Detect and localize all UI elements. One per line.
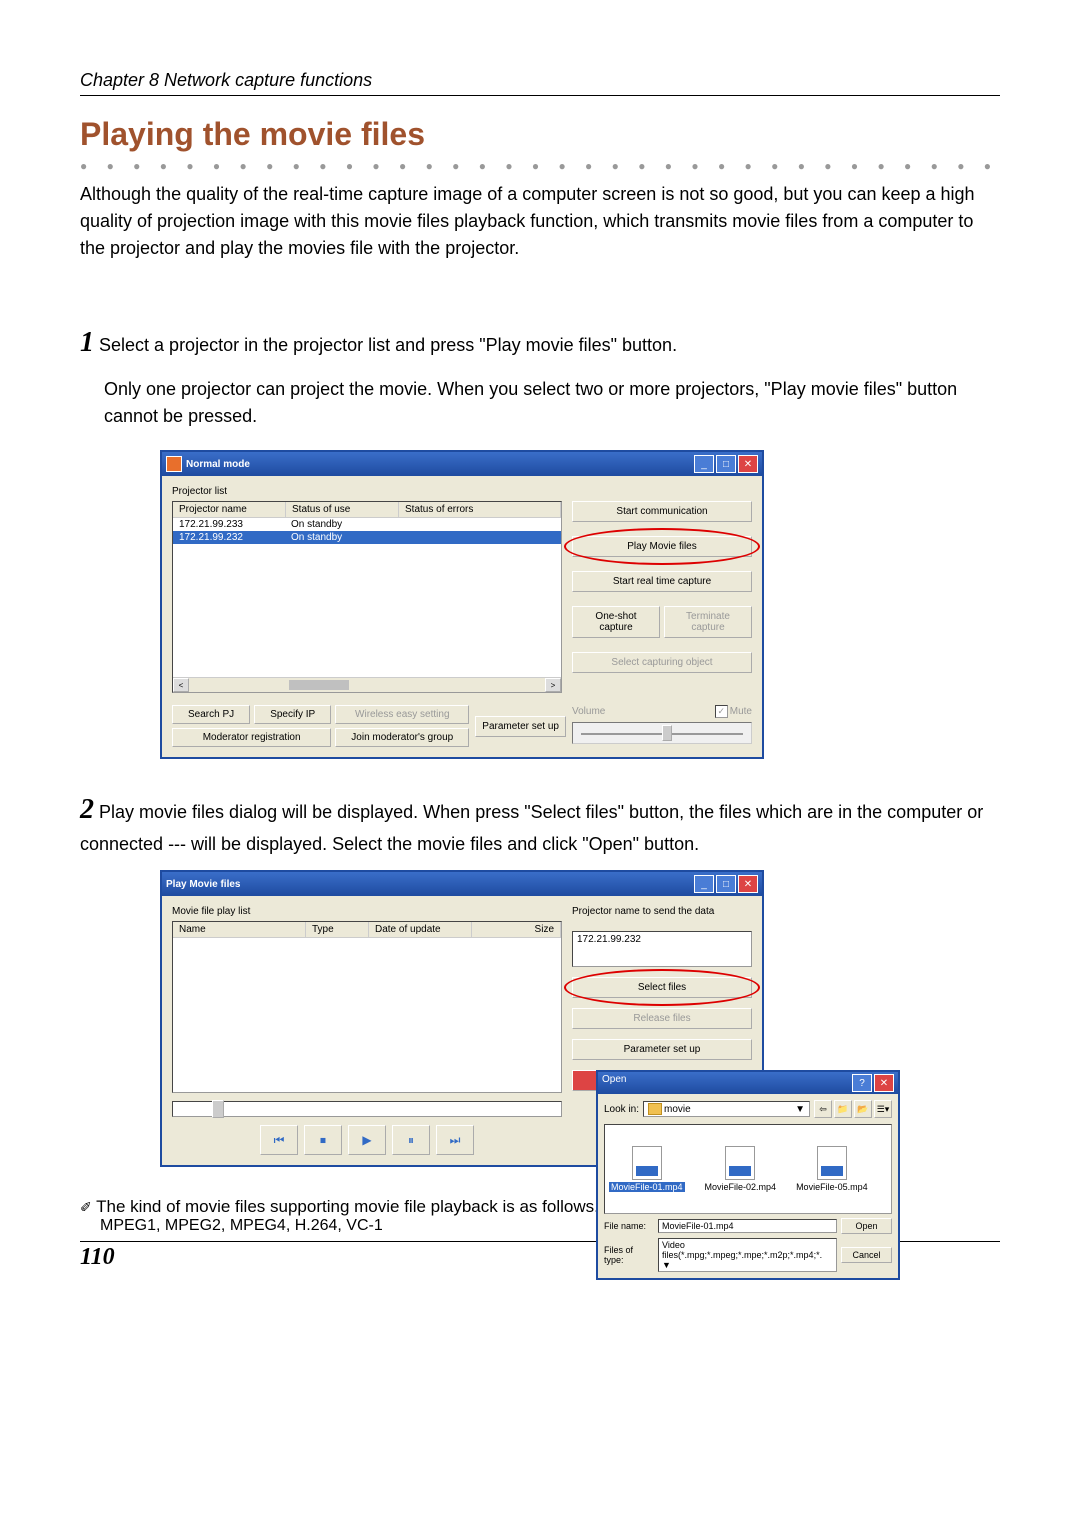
column-header[interactable]: Size (472, 922, 561, 937)
new-folder-icon[interactable]: 📂 (854, 1100, 872, 1118)
file-list[interactable]: MovieFile-01.mp4 MovieFile-02.mp4 MovieF… (604, 1124, 892, 1214)
column-header[interactable]: Date of update (369, 922, 472, 937)
column-header[interactable]: Name (173, 922, 306, 937)
step-paragraph: Only one projector can project the movie… (104, 376, 1000, 430)
column-header[interactable]: Status of use (286, 502, 399, 517)
release-files-button[interactable]: Release files (572, 1008, 752, 1029)
file-item[interactable]: MovieFile-02.mp4 (705, 1146, 777, 1192)
titlebar: Normal mode _ □ ✕ (162, 452, 762, 476)
specify-ip-button[interactable]: Specify IP (254, 705, 331, 724)
note-icon: ✐ (80, 1199, 92, 1215)
decorative-dots: ● ● ● ● ● ● ● ● ● ● ● ● ● ● ● ● ● ● ● ● … (80, 159, 1000, 173)
app-icon (166, 456, 182, 472)
window-title: Open (602, 1074, 626, 1092)
playback-progress[interactable] (172, 1101, 562, 1117)
video-file-icon (725, 1146, 755, 1180)
parameter-setup-button[interactable]: Parameter set up (475, 716, 566, 737)
playlist-label: Movie file play list (172, 906, 562, 917)
search-pj-button[interactable]: Search PJ (172, 705, 250, 724)
scroll-right-icon[interactable]: > (545, 678, 561, 692)
lookin-label: Look in: (604, 1104, 639, 1115)
footnote-text: The kind of movie files supporting movie… (96, 1197, 599, 1216)
next-button[interactable]: ⏭ (436, 1125, 474, 1155)
minimize-button[interactable]: _ (694, 875, 714, 893)
column-header[interactable]: Status of errors (399, 502, 561, 517)
projector-list-table[interactable]: Projector name Status of use Status of e… (172, 501, 562, 693)
intro-paragraph: Although the quality of the real-time ca… (80, 181, 1000, 262)
filetype-dropdown[interactable]: Video files(*.mpg;*.mpeg;*.mpe;*.m2p;*.m… (658, 1238, 837, 1272)
projector-list-label: Projector list (172, 486, 752, 497)
start-communication-button[interactable]: Start communication (572, 501, 752, 522)
table-row[interactable]: 172.21.99.232 On standby (173, 531, 561, 544)
oneshot-capture-button[interactable]: One-shot capture (572, 606, 660, 638)
volume-slider[interactable] (572, 722, 752, 744)
lookin-dropdown[interactable]: movie ▼ (643, 1101, 810, 1117)
pause-button[interactable]: ⏸ (392, 1125, 430, 1155)
stop-button[interactable]: ⏹ (304, 1125, 342, 1155)
window-title: Normal mode (186, 459, 250, 470)
file-item[interactable]: MovieFile-01.mp4 (609, 1146, 685, 1192)
video-file-icon (817, 1146, 847, 1180)
normal-mode-window: Normal mode _ □ ✕ Projector list Project… (160, 450, 764, 759)
scroll-thumb[interactable] (289, 680, 349, 690)
column-header[interactable]: Type (306, 922, 369, 937)
join-moderator-group-button[interactable]: Join moderator's group (335, 728, 469, 747)
folder-icon (648, 1103, 662, 1115)
filename-label: File name: (604, 1221, 654, 1231)
video-file-icon (632, 1146, 662, 1180)
play-movie-files-button[interactable]: Play Movie files (572, 536, 752, 557)
start-realtime-capture-button[interactable]: Start real time capture (572, 571, 752, 592)
movie-file-list[interactable]: Name Type Date of update Size (172, 921, 562, 1093)
close-button[interactable]: ✕ (738, 455, 758, 473)
step-number: 2 (80, 794, 94, 825)
back-icon[interactable]: ⇦ (814, 1100, 832, 1118)
window-title: Play Movie files (166, 879, 240, 890)
select-files-button[interactable]: Select files (572, 977, 752, 998)
projector-name-label: Projector name to send the data (572, 906, 752, 917)
maximize-button[interactable]: □ (716, 875, 736, 893)
table-row[interactable]: 172.21.99.233 On standby (173, 518, 561, 531)
titlebar: Play Movie files _ □ ✕ (162, 872, 762, 896)
view-menu-icon[interactable]: ☰▾ (874, 1100, 892, 1118)
section-title: Playing the movie files (80, 116, 1000, 153)
wireless-easy-setting-button[interactable]: Wireless easy setting (335, 705, 469, 724)
select-capturing-object-button[interactable]: Select capturing object (572, 652, 752, 673)
volume-label: Volume (572, 706, 605, 717)
open-button[interactable]: Open (841, 1218, 892, 1234)
step-text: Select a projector in the projector list… (99, 335, 677, 355)
scrollbar[interactable]: < > (173, 677, 561, 692)
parameter-setup-button[interactable]: Parameter set up (572, 1039, 752, 1060)
help-button[interactable]: ? (852, 1074, 872, 1092)
column-header[interactable]: Projector name (173, 502, 286, 517)
moderator-registration-button[interactable]: Moderator registration (172, 728, 331, 747)
progress-handle[interactable] (212, 1100, 224, 1118)
step-text: Play movie files dialog will be displaye… (80, 802, 983, 854)
terminate-capture-button[interactable]: Terminate capture (664, 606, 752, 638)
chapter-header: Chapter 8 Network capture functions (80, 70, 1000, 96)
play-button[interactable]: ▶ (348, 1125, 386, 1155)
maximize-button[interactable]: □ (716, 455, 736, 473)
close-button[interactable]: ✕ (874, 1074, 894, 1092)
minimize-button[interactable]: _ (694, 455, 714, 473)
projector-ip-box: 172.21.99.232 (572, 931, 752, 967)
mute-checkbox[interactable]: ✓ Mute (715, 705, 752, 718)
file-item[interactable]: MovieFile-05.mp4 (796, 1146, 868, 1192)
filename-input[interactable]: MovieFile-01.mp4 (658, 1219, 837, 1233)
slider-thumb[interactable] (662, 725, 672, 741)
cancel-button[interactable]: Cancel (841, 1247, 892, 1263)
prev-button[interactable]: ⏮ (260, 1125, 298, 1155)
up-icon[interactable]: 📁 (834, 1100, 852, 1118)
step-number: 1 (80, 327, 94, 358)
open-file-dialog: Open ? ✕ Look in: movie ▼ ⇦ 📁 (596, 1070, 900, 1280)
close-button[interactable]: ✕ (738, 875, 758, 893)
titlebar: Open ? ✕ (598, 1072, 898, 1094)
checkbox-icon: ✓ (715, 705, 728, 718)
scroll-left-icon[interactable]: < (173, 678, 189, 692)
filetype-label: Files of type: (604, 1245, 654, 1265)
